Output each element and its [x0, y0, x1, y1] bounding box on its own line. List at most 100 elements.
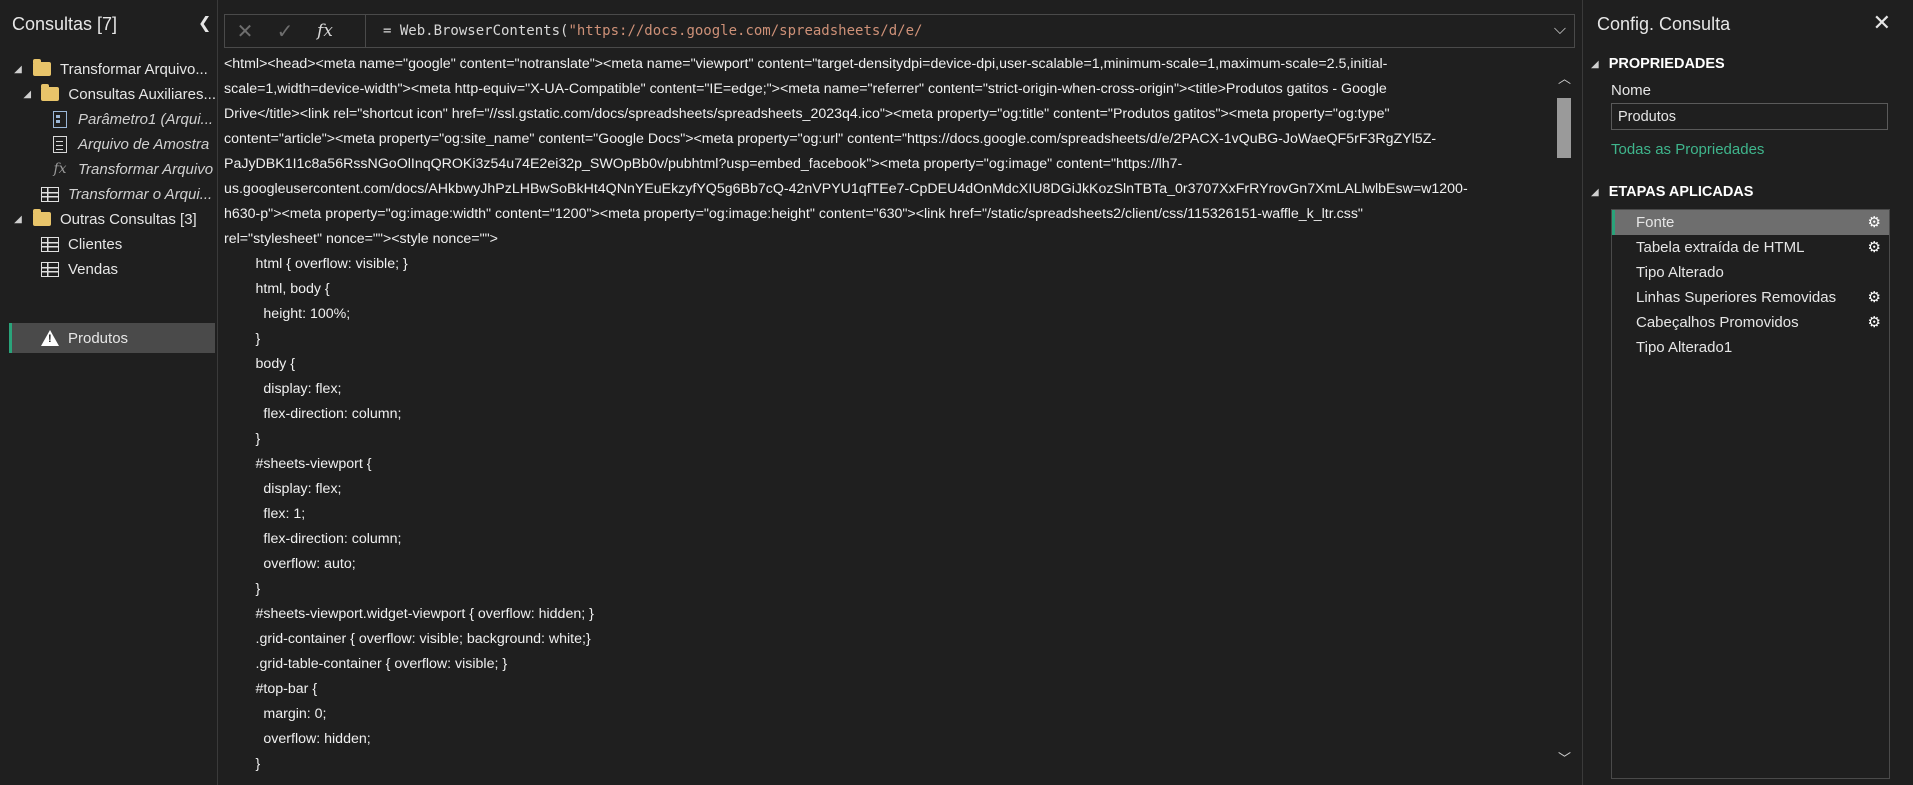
- gear-icon[interactable]: ⚙: [1868, 213, 1881, 231]
- applied-step-label: Tabela extraída de HTML: [1636, 239, 1805, 256]
- html-content-preview: <html><head><meta name="google" content=…: [224, 52, 1564, 785]
- applied-steps-list: Fonte ⚙ Tabela extraída de HTML ⚙ Tipo Alter…: [1611, 209, 1890, 779]
- tree-item-vendas[interactable]: Vendas: [0, 254, 216, 284]
- folder-icon: [32, 59, 52, 78]
- formula-prefix: = Web.BrowserContents(: [383, 23, 569, 39]
- tree-item-label: Vendas: [68, 260, 119, 278]
- table-icon: [40, 235, 60, 253]
- applied-step[interactable]: Tipo Alterado1: [1612, 335, 1889, 360]
- parameter-icon: [50, 110, 70, 128]
- folder-icon: [32, 209, 52, 228]
- content-line: flex-direction: column;: [224, 531, 402, 547]
- name-label: Nome: [1611, 82, 1652, 99]
- name-field[interactable]: [1611, 103, 1888, 130]
- collapse-triangle-icon[interactable]: ◢: [1591, 187, 1599, 198]
- content-line: body {: [224, 356, 295, 372]
- tree-item-produtos[interactable]: Produtos: [9, 323, 215, 353]
- tree-item-label: Produtos: [68, 329, 129, 347]
- content-line: html { overflow: visible; }: [224, 256, 408, 272]
- expand-triangle-icon[interactable]: ◢: [12, 214, 24, 225]
- folder-icon: [40, 84, 60, 103]
- applied-step-label: Tipo Alterado: [1636, 264, 1724, 281]
- gear-icon[interactable]: ⚙: [1868, 313, 1881, 331]
- document-icon: [50, 135, 70, 153]
- applied-steps-heading: ETAPAS APLICADAS: [1608, 184, 1754, 200]
- applied-step-label: Linhas Superiores Removidas: [1636, 289, 1837, 306]
- gear-icon[interactable]: ⚙: [1868, 238, 1881, 256]
- content-line: rel="stylesheet" nonce=""><style nonce="…: [224, 231, 498, 247]
- content-line: }: [224, 581, 261, 597]
- content-line: html, body {: [224, 281, 330, 297]
- table-icon: [40, 260, 60, 278]
- formula-string: "https://docs.google.com/spreadsheets/d/…: [568, 23, 923, 39]
- content-line: }: [224, 431, 261, 447]
- tree-item-label: Consultas Auxiliares...: [68, 85, 216, 103]
- table-icon: [40, 185, 60, 203]
- content-line: height: 100%;: [224, 306, 351, 322]
- tree-item-label: Transformar Arquivo...: [60, 60, 208, 78]
- content-line: #sheets-viewport.widget-viewport { overf…: [224, 606, 594, 622]
- expand-formula-icon[interactable]: ⌵: [1554, 21, 1566, 39]
- content-line: h630-p"><meta property="og:image:width" …: [224, 206, 1363, 222]
- insert-function-button[interactable]: fx: [305, 21, 345, 41]
- applied-step[interactable]: Linhas Superiores Removidas ⚙: [1612, 285, 1889, 310]
- content-line: }: [224, 756, 261, 772]
- formula-input[interactable]: = Web.BrowserContents("https://docs.goog…: [383, 23, 922, 39]
- applied-step-label: Tipo Alterado1: [1636, 339, 1733, 356]
- cancel-icon[interactable]: ✕: [225, 19, 265, 44]
- content-line: PaJyDBK1I1c8a56RssNGoOlInqQROKi3z54u74E2…: [224, 156, 1183, 172]
- applied-step-label: Cabeçalhos Promovidos: [1636, 314, 1799, 331]
- query-settings-panel: Config. Consulta ✕ ◢ PROPRIEDADES Nome T…: [1582, 0, 1913, 785]
- applied-step[interactable]: Fonte ⚙: [1612, 210, 1889, 235]
- tree-item-label: Parâmetro1 (Arqui...: [78, 110, 214, 128]
- collapse-triangle-icon[interactable]: ◢: [1591, 59, 1599, 70]
- content-line: <html><head><meta name="google" content=…: [224, 56, 1388, 72]
- collapse-panel-icon[interactable]: ❮: [198, 13, 211, 33]
- warning-icon: [40, 329, 60, 347]
- content-line: scale=1,width=device-width"><meta http-e…: [224, 81, 1387, 97]
- all-properties-link[interactable]: Todas as Propriedades: [1611, 141, 1764, 158]
- content-line: #sheets-viewport {: [224, 456, 372, 472]
- panel-title: Config. Consulta: [1597, 14, 1731, 34]
- applied-step-label: Fonte: [1636, 214, 1675, 231]
- content-line: flex: 1;: [224, 506, 306, 522]
- queries-panel: Consultas [7] ❮ ◢ Transformar Arquivo...…: [0, 0, 218, 785]
- content-line: flex-direction: column;: [224, 406, 402, 422]
- content-line: }: [224, 331, 261, 347]
- close-icon[interactable]: ✕: [1873, 10, 1891, 36]
- scroll-down-icon[interactable]: ﹀: [1558, 748, 1571, 767]
- tree-item-label: Arquivo de Amostra: [78, 135, 210, 153]
- commit-icon[interactable]: ✓: [265, 19, 305, 44]
- applied-steps-section: ◢ ETAPAS APLICADAS: [1591, 184, 1753, 200]
- content-line: .grid-container { overflow: visible; bac…: [224, 631, 591, 647]
- formula-separator: [365, 15, 366, 47]
- properties-heading: PROPRIEDADES: [1608, 56, 1725, 72]
- content-line: display: flex;: [224, 481, 342, 497]
- vertical-scrollbar[interactable]: ︿ ﹀: [1553, 68, 1575, 768]
- tree-item-label: Outras Consultas [3]: [60, 210, 197, 228]
- tree-item-label: Transformar Arquivo: [78, 160, 214, 178]
- content-line: overflow: hidden;: [224, 731, 371, 747]
- queries-header: Consultas [7]: [12, 14, 118, 34]
- content-line: #top-bar {: [224, 681, 318, 697]
- applied-step[interactable]: Tabela extraída de HTML ⚙: [1612, 235, 1889, 260]
- tree-item-label: Transformar o Arqui...: [68, 185, 213, 203]
- applied-step[interactable]: Tipo Alterado: [1612, 260, 1889, 285]
- expand-triangle-icon[interactable]: ◢: [12, 64, 24, 75]
- applied-step[interactable]: Cabeçalhos Promovidos ⚙: [1612, 310, 1889, 335]
- content-line: Drive</title><link rel="shortcut icon" h…: [224, 106, 1390, 122]
- function-icon: fx: [53, 161, 67, 177]
- content-line: content="article"><meta property="og:sit…: [224, 131, 1437, 147]
- content-line: us.googleusercontent.com/docs/AHkbwyJhPz…: [224, 181, 1468, 197]
- content-line: .grid-table-container { overflow: visibl…: [224, 656, 508, 672]
- tree-item-label: Clientes: [68, 235, 123, 253]
- gear-icon[interactable]: ⚙: [1868, 288, 1881, 306]
- properties-section: ◢ PROPRIEDADES: [1591, 56, 1725, 72]
- scrollbar-thumb[interactable]: [1557, 98, 1571, 158]
- scroll-up-icon[interactable]: ︿: [1558, 68, 1571, 87]
- content-line: margin: 0;: [224, 706, 327, 722]
- formula-bar: ✕ ✓ fx = Web.BrowserContents("https://do…: [224, 14, 1575, 48]
- content-line: display: flex;: [224, 381, 342, 397]
- content-line: overflow: auto;: [224, 556, 356, 572]
- expand-triangle-icon[interactable]: ◢: [22, 89, 32, 100]
